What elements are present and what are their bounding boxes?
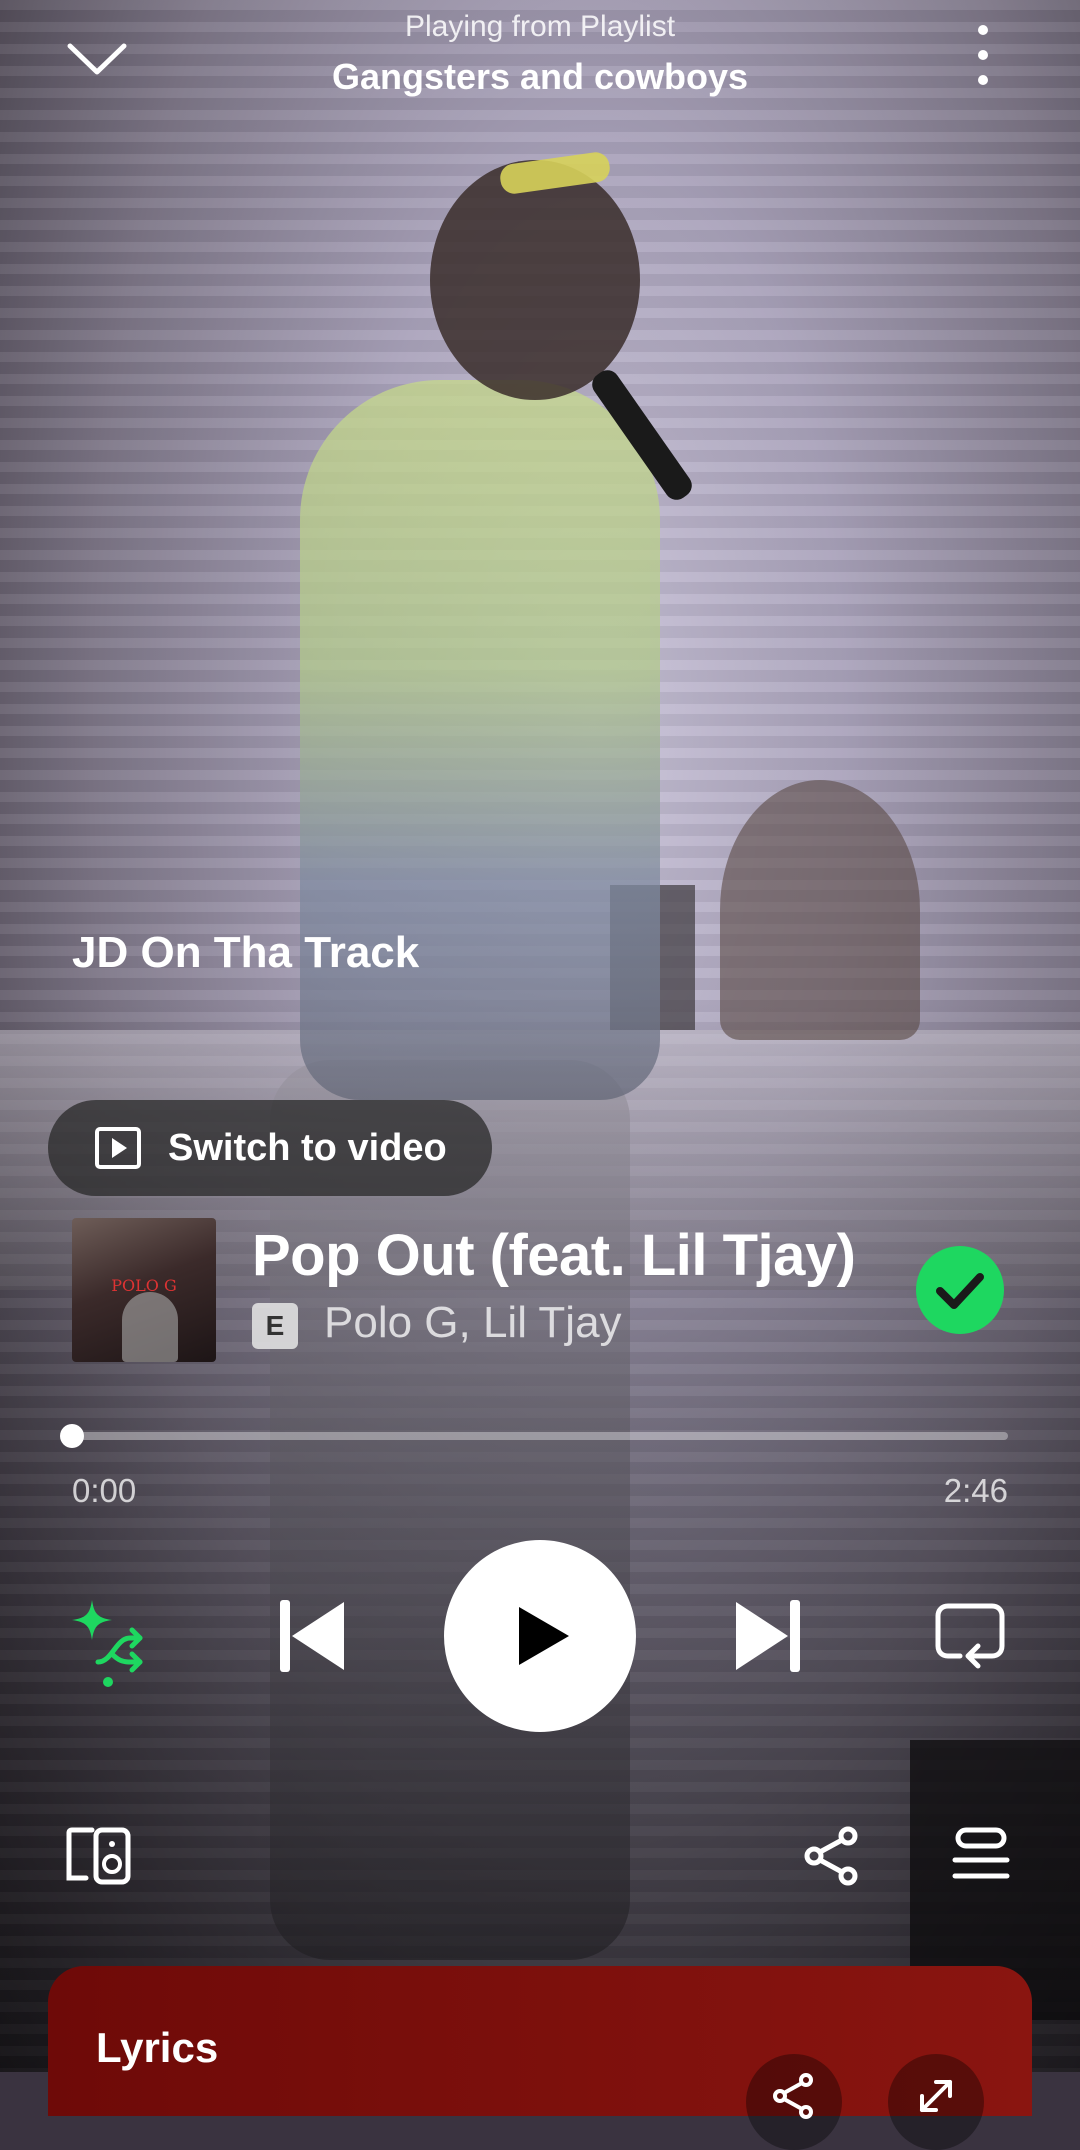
play-icon: [519, 1607, 569, 1665]
lyrics-card[interactable]: Lyrics: [48, 1966, 1032, 2150]
repeat-button[interactable]: [934, 1600, 1006, 1672]
share-icon: [804, 1826, 858, 1886]
total-time: 2:46: [943, 1472, 1008, 1509]
lyrics-share-button[interactable]: [746, 2054, 842, 2150]
switch-to-video-label: Switch to video: [168, 1126, 447, 1169]
queue-icon: [952, 1827, 1010, 1879]
smart-shuffle-button[interactable]: [68, 1598, 148, 1688]
playing-from-label: Playing from Playlist: [404, 10, 676, 43]
more-options-button[interactable]: [958, 20, 1008, 90]
connect-devices-button[interactable]: [66, 1826, 132, 1886]
playlist-name[interactable]: Gangsters and cowboys: [0, 56, 1080, 98]
skip-next-icon: [736, 1600, 800, 1672]
liked-button[interactable]: [916, 1246, 1004, 1334]
video-play-icon: [94, 1126, 142, 1170]
queue-button[interactable]: [952, 1826, 1010, 1884]
check-circle-icon: [916, 1246, 1004, 1334]
background-performer-head: [430, 160, 640, 400]
album-art[interactable]: POLO G: [72, 1218, 216, 1362]
play-button[interactable]: [444, 1540, 636, 1732]
elapsed-time: 0:00: [72, 1472, 137, 1509]
explicit-badge: E: [252, 1303, 298, 1349]
album-art-figure: [122, 1292, 178, 1362]
lyrics-expand-button[interactable]: [888, 2054, 984, 2150]
track-title[interactable]: Pop Out (feat. Lil Tjay): [252, 1222, 856, 1289]
progress-bar[interactable]: [72, 1432, 1008, 1440]
background-performer: [300, 380, 660, 1100]
switch-to-video-button[interactable]: Switch to video: [48, 1100, 492, 1196]
smart-shuffle-icon: [72, 1600, 143, 1687]
more-vertical-icon: [978, 25, 988, 85]
canvas-artist-caption: JD On Tha Track: [72, 928, 420, 977]
repeat-icon: [935, 1603, 1005, 1669]
connect-devices-icon: [66, 1827, 131, 1885]
track-artists[interactable]: Polo G, Lil Tjay: [324, 1298, 622, 1348]
next-button[interactable]: [732, 1598, 802, 1674]
lyrics-label: Lyrics: [96, 2024, 219, 2071]
previous-button[interactable]: [278, 1598, 348, 1674]
share-button[interactable]: [802, 1826, 862, 1886]
share-icon: [773, 2073, 813, 2119]
progress-thumb[interactable]: [60, 1424, 84, 1448]
expand-icon: [920, 2080, 952, 2112]
skip-previous-icon: [280, 1600, 344, 1672]
